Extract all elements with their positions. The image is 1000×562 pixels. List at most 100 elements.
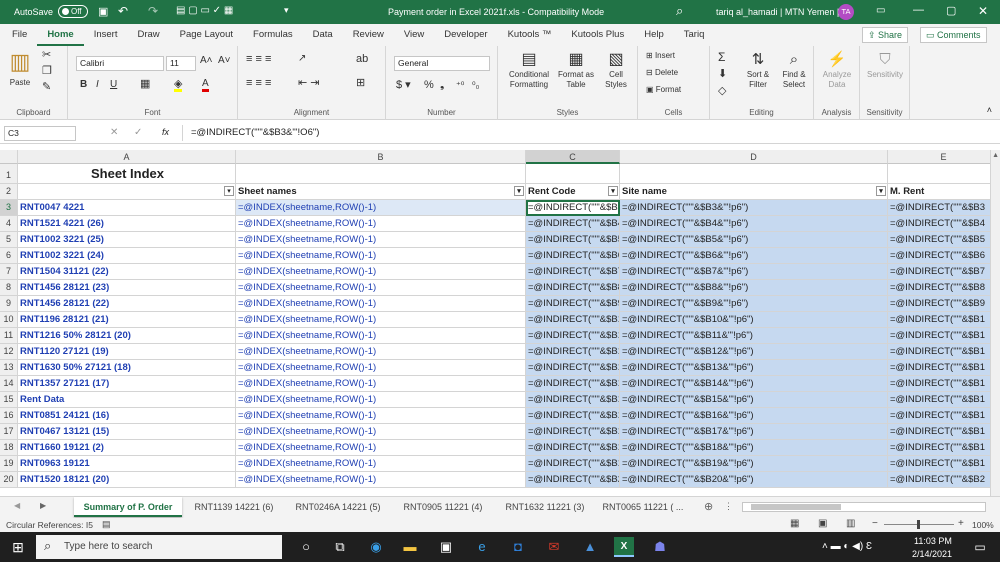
column-header-a[interactable]: A <box>18 150 236 164</box>
m-rent-formula[interactable]: =@INDIRECT("'"&$B1 <box>888 328 1000 344</box>
sheet-tab-summary[interactable]: Summary of P. Order <box>74 497 182 517</box>
sheet-tab[interactable]: RNT0905 11221 (4) <box>394 497 492 517</box>
m-rent-formula[interactable]: =@INDIRECT("'"&$B2 <box>888 472 1000 488</box>
filter-dropdown-icon[interactable]: ▾ <box>608 186 618 196</box>
rent-code-formula[interactable]: =@INDIRECT("'"&$B1 <box>526 440 620 456</box>
sheet-index-link[interactable]: RNT1660 19121 (2) <box>18 440 236 456</box>
row-header[interactable]: 6 <box>0 248 18 264</box>
column-header-b[interactable]: B <box>236 150 526 164</box>
scroll-tabs-right-icon[interactable]: ▶ <box>40 501 46 510</box>
sheet-index-link[interactable]: RNT1120 27121 (19) <box>18 344 236 360</box>
accounting-icon[interactable]: $ ▾ <box>396 80 411 91</box>
zoom-slider-thumb[interactable] <box>917 520 920 529</box>
row-header[interactable]: 19 <box>0 456 18 472</box>
row-header[interactable]: 14 <box>0 376 18 392</box>
name-box[interactable]: C3 <box>4 126 76 141</box>
more-options-icon[interactable]: ⋮ <box>724 501 733 512</box>
filter-dropdown-icon[interactable]: ▾ <box>224 186 234 196</box>
row-header[interactable]: 2 <box>0 184 18 200</box>
sheet-index-link[interactable]: RNT0047 4221 <box>18 200 236 216</box>
row-header[interactable]: 18 <box>0 440 18 456</box>
m-rent-formula[interactable]: =@INDIRECT("'"&$B1 <box>888 360 1000 376</box>
site-name-formula[interactable]: =@INDIRECT("'"&$B6&"'!p6") <box>620 248 888 264</box>
rent-code-formula[interactable]: =@INDIRECT("'"&$B1 <box>526 360 620 376</box>
tab-kutools[interactable]: Kutools ™ <box>498 24 562 46</box>
tab-draw[interactable]: Draw <box>127 24 169 46</box>
site-name-formula[interactable]: =@INDIRECT("'"&$B15&"'!p6") <box>620 392 888 408</box>
site-name-formula[interactable]: =@INDIRECT("'"&$B11&"'!p6") <box>620 328 888 344</box>
horizontal-scroll-thumb[interactable] <box>751 504 841 510</box>
sheet-name-formula[interactable]: =@INDEX(sheetname,ROW()-1) <box>236 376 526 392</box>
rent-code-formula[interactable]: =@INDIRECT("'"&$B1 <box>526 456 620 472</box>
store-icon[interactable]: ▣ <box>436 537 456 557</box>
row-header[interactable]: 16 <box>0 408 18 424</box>
header-m-rent[interactable]: M. Rent <box>888 184 1000 200</box>
rent-code-formula[interactable]: =@INDIRECT("'"&$B4 <box>526 216 620 232</box>
save-icon[interactable]: ▣ <box>98 5 108 18</box>
m-rent-formula[interactable]: =@INDIRECT("'"&$B3 <box>888 200 1000 216</box>
horizontal-scrollbar[interactable] <box>742 502 986 512</box>
sheet-name-formula[interactable]: =@INDEX(sheetname,ROW()-1) <box>236 456 526 472</box>
site-name-formula[interactable]: =@INDIRECT("'"&$B3&"'!p6") <box>620 200 888 216</box>
site-name-formula[interactable]: =@INDIRECT("'"&$B8&"'!p6") <box>620 280 888 296</box>
format-painter-icon[interactable]: ✎ <box>42 82 51 93</box>
wrap-text-icon[interactable]: ab <box>356 54 368 65</box>
tab-review[interactable]: Review <box>343 24 394 46</box>
copy-icon[interactable]: ❐ <box>42 66 52 77</box>
header-sheet-names[interactable]: Sheet names ▾ <box>236 184 526 200</box>
formula-input[interactable]: =@INDIRECT("'"&$B3&"'!O6") <box>182 125 982 141</box>
tab-page-layout[interactable]: Page Layout <box>170 24 243 46</box>
customize-qat-icon[interactable]: ▾ <box>284 5 289 16</box>
paste-button[interactable]: ▥ Paste <box>6 50 34 88</box>
autosum-icon[interactable]: Σ <box>718 51 725 63</box>
m-rent-formula[interactable]: =@INDIRECT("'"&$B1 <box>888 392 1000 408</box>
m-rent-formula[interactable]: =@INDIRECT("'"&$B1 <box>888 440 1000 456</box>
orientation-icon[interactable]: ↗ <box>298 54 306 64</box>
sheet-index-link[interactable]: RNT1456 28121 (22) <box>18 296 236 312</box>
sheet-index-link[interactable]: RNT1196 28121 (21) <box>18 312 236 328</box>
row-header[interactable]: 3 <box>0 200 18 216</box>
sheet-name-formula[interactable]: =@INDEX(sheetname,ROW()-1) <box>236 264 526 280</box>
select-all-corner[interactable] <box>0 150 18 164</box>
header-rent-code[interactable]: Rent Code ▾ <box>526 184 620 200</box>
insert-function-icon[interactable]: fx <box>162 127 169 137</box>
enter-icon[interactable]: ✓ <box>134 127 142 138</box>
sheet-index-link[interactable]: RNT1002 3221 (25) <box>18 232 236 248</box>
site-name-formula[interactable]: =@INDIRECT("'"&$B5&"'!p6") <box>620 232 888 248</box>
format-as-table-button[interactable]: ▦ Format as Table <box>556 50 596 90</box>
filter-dropdown-icon[interactable]: ▾ <box>876 186 886 196</box>
m-rent-formula[interactable]: =@INDIRECT("'"&$B4 <box>888 216 1000 232</box>
bold-icon[interactable]: B <box>80 80 87 90</box>
font-color-icon[interactable]: A <box>202 79 209 92</box>
rent-code-formula[interactable]: =@INDIRECT("'"&$B9 <box>526 296 620 312</box>
cell-a2[interactable]: ▾ <box>18 184 236 200</box>
m-rent-formula[interactable]: =@INDIRECT("'"&$B7 <box>888 264 1000 280</box>
mail-icon[interactable]: ✉ <box>544 537 564 557</box>
cortana-icon[interactable]: ○ <box>296 537 316 557</box>
site-name-formula[interactable]: =@INDIRECT("'"&$B16&"'!p6") <box>620 408 888 424</box>
rent-code-formula[interactable]: =@INDIRECT("'"&$B5 <box>526 232 620 248</box>
rent-code-formula[interactable]: =@INDIRECT("'"&$B1 <box>526 376 620 392</box>
comments-button[interactable]: ▭ Comments <box>920 27 987 43</box>
tab-developer[interactable]: Developer <box>434 24 497 46</box>
rent-code-formula[interactable]: =@INDIRECT("'"&$B6 <box>526 248 620 264</box>
excel-icon[interactable]: X <box>614 537 634 557</box>
file-explorer-icon[interactable]: ▬ <box>400 537 420 557</box>
increase-decimal-icon[interactable]: ⁺⁰ <box>456 80 464 90</box>
borders-icon[interactable]: ▦ <box>140 79 150 90</box>
site-name-formula[interactable]: =@INDIRECT("'"&$B10&"'!p6") <box>620 312 888 328</box>
row-header[interactable]: 12 <box>0 344 18 360</box>
sheet-index-link[interactable]: RNT0467 13121 (15) <box>18 424 236 440</box>
system-tray-icons[interactable]: ˄ ▬ ◐ ◀) Ɛ <box>806 537 888 557</box>
indent-icon[interactable]: ⇤ ⇥ <box>298 78 320 89</box>
tab-file[interactable]: File <box>2 24 37 46</box>
sheet-name-formula[interactable]: =@INDEX(sheetname,ROW()-1) <box>236 408 526 424</box>
rent-code-formula[interactable]: =@INDIRECT("'"&$B <box>526 200 620 216</box>
site-name-formula[interactable]: =@INDIRECT("'"&$B4&"'!p6") <box>620 216 888 232</box>
rent-code-formula[interactable]: =@INDIRECT("'"&$B7 <box>526 264 620 280</box>
row-header[interactable]: 5 <box>0 232 18 248</box>
sheet-name-formula[interactable]: =@INDEX(sheetname,ROW()-1) <box>236 360 526 376</box>
page-layout-view-icon[interactable]: ▣ <box>818 518 827 529</box>
row-header[interactable]: 1 <box>0 164 18 184</box>
sheet-index-link[interactable]: RNT1357 27121 (17) <box>18 376 236 392</box>
